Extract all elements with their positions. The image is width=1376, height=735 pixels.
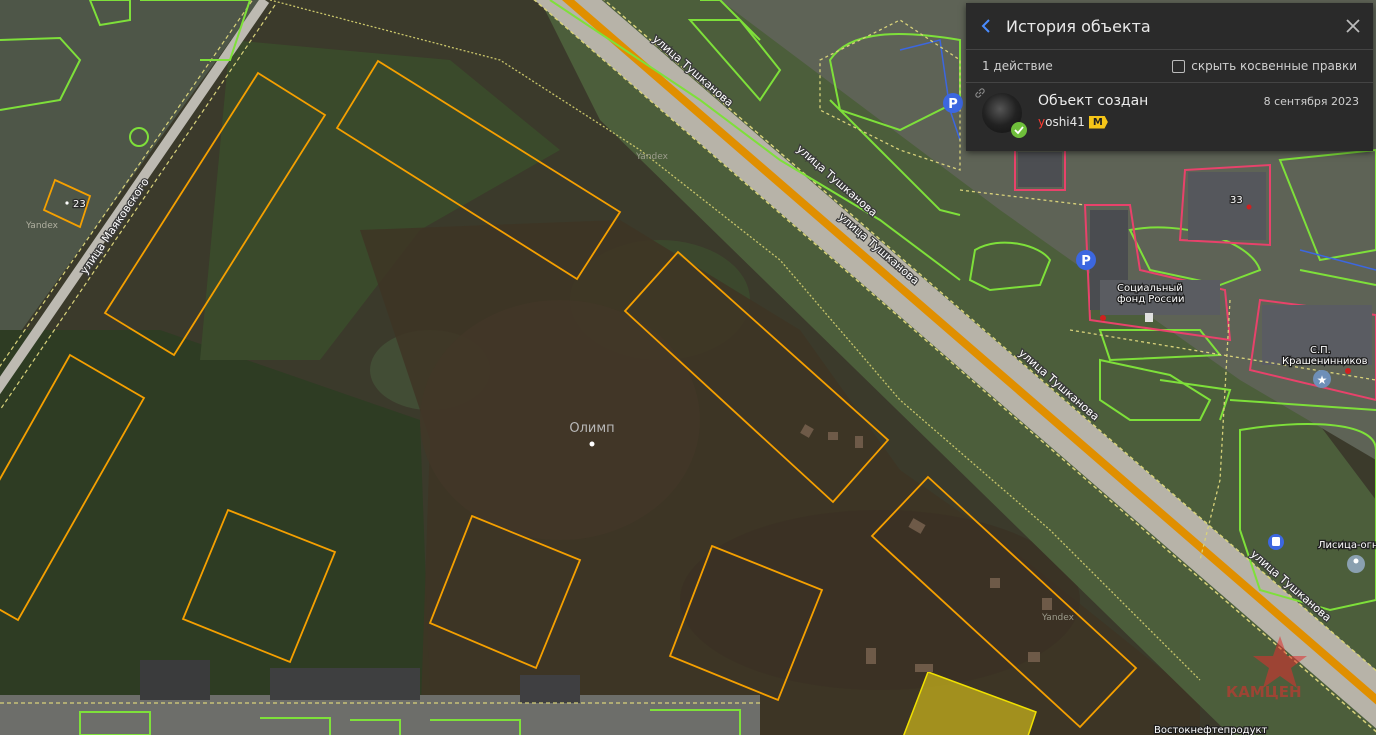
hide-indirect-label: скрыть косвенные правки	[1191, 59, 1357, 73]
panel-subheader: 1 действие скрыть косвенные правки	[966, 50, 1373, 83]
object-center-dot	[589, 441, 595, 447]
link-icon[interactable]	[974, 87, 986, 99]
actions-count: 1 действие	[982, 59, 1053, 73]
watermark: Yandex	[1041, 613, 1075, 623]
parking-icon[interactable]: P	[943, 93, 963, 113]
poi-person-icon[interactable]	[1347, 555, 1365, 573]
poi-label[interactable]: С.П.	[1309, 344, 1332, 358]
chevron-left-icon	[981, 19, 990, 33]
house-number: 33	[1230, 195, 1243, 206]
svg-text:КАМЦЕН: КАМЦЕН	[1226, 683, 1302, 701]
svg-text:P: P	[948, 97, 958, 112]
close-button[interactable]	[1333, 3, 1373, 49]
history-entry[interactable]: Объект создан 8 сентября 2023 yoshi41 M	[966, 83, 1373, 151]
panel-title: История объекта	[1006, 16, 1151, 36]
poi-label[interactable]: Востокнефтепродукт	[1153, 724, 1269, 735]
entry-title: Объект создан	[1038, 93, 1149, 109]
svg-text:P: P	[1081, 254, 1091, 269]
poi-label[interactable]: Крашенинников	[1281, 355, 1369, 369]
poi-label[interactable]: Социальный	[1116, 282, 1184, 296]
username-rest: oshi41	[1045, 115, 1085, 129]
house-number: 23	[73, 199, 86, 210]
hide-indirect-checkbox[interactable]	[1172, 59, 1186, 73]
poi-label[interactable]: Лисица-огн	[1317, 539, 1376, 553]
moderator-badge: M	[1088, 115, 1108, 129]
panel-header: История объекта	[966, 3, 1373, 50]
hide-indirect-toggle[interactable]: скрыть косвенные правки	[1172, 59, 1357, 73]
object-history-panel: История объекта 1 действие скрыть косвен…	[966, 3, 1373, 151]
svg-text:★: ★	[1317, 373, 1328, 387]
parking-icon[interactable]: P	[1076, 250, 1096, 270]
watermark: Yandex	[25, 221, 59, 231]
entry-date: 8 сентября 2023	[1263, 95, 1359, 108]
watermark: Yandex	[635, 152, 669, 162]
verified-icon	[1011, 122, 1027, 138]
back-button[interactable]	[966, 3, 1006, 49]
close-icon	[1346, 19, 1360, 33]
object-name-label[interactable]: Олимп	[569, 421, 614, 436]
entry-username[interactable]: yoshi41 M	[1038, 115, 1108, 129]
poi-label[interactable]: фонд России	[1116, 293, 1186, 307]
